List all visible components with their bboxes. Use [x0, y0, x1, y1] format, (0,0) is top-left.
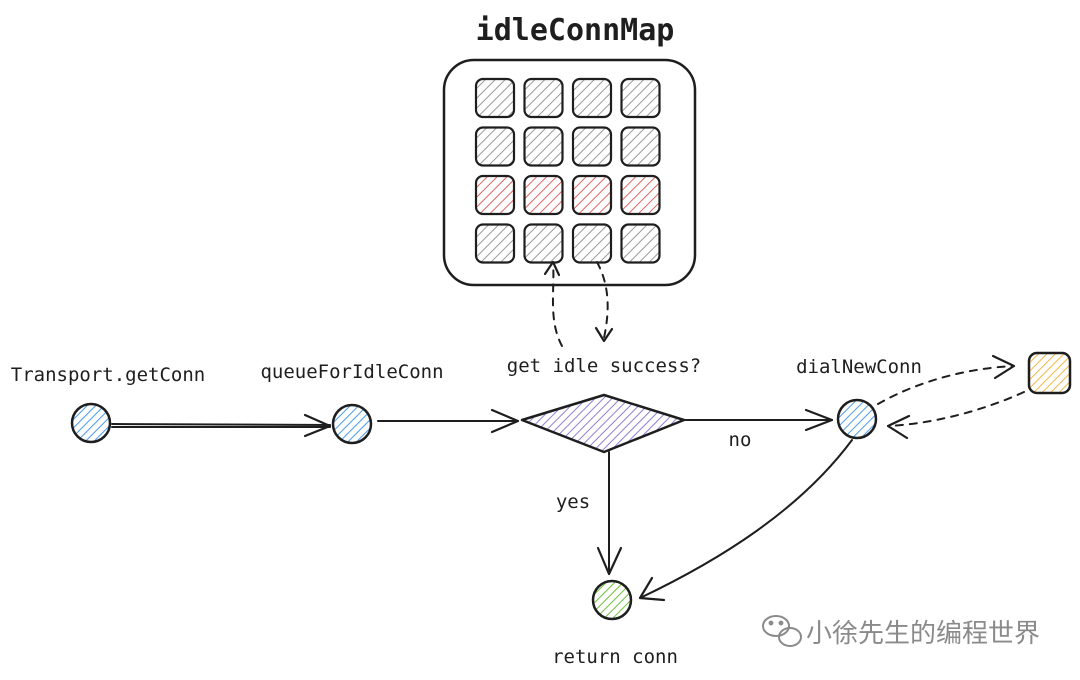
get-conn-label: Transport.getConn: [11, 364, 205, 386]
idle-conn-cell: [523, 223, 564, 264]
edge-dial-to-return: [639, 439, 853, 599]
arrowhead-dial-back: [886, 414, 911, 440]
idle-conn-cell: [620, 223, 661, 264]
watermark-text: 小徐先生的编程世界: [806, 619, 1040, 649]
return-node: [591, 579, 633, 621]
idle-conn-cell: [620, 126, 661, 167]
return-label: return conn: [552, 646, 678, 668]
dial-label: dialNewConn: [796, 356, 922, 378]
idle-conn-cell: [474, 126, 516, 167]
queue-node: [331, 403, 373, 445]
idle-conn-cell: [571, 223, 613, 264]
wechat-icon: [762, 615, 802, 647]
idle-conn-cell: [571, 77, 613, 119]
flow-diagram: idleConnMap Transport.getConn queueForId…: [11, 13, 1072, 668]
idle-conn-cell: [571, 126, 613, 167]
active-conn-cell: [523, 174, 564, 216]
dial-node: [836, 398, 878, 440]
edge-label-no: no: [729, 429, 752, 451]
active-conn-cell: [571, 174, 613, 216]
new-conn-box: [1027, 351, 1072, 395]
get-conn-node: [70, 402, 112, 444]
map-title: idleConnMap: [476, 13, 675, 48]
idle-conn-cell: [474, 223, 516, 264]
decision-label: get idle success?: [507, 355, 701, 377]
idle-conn-cell: [523, 77, 564, 119]
active-conn-cell: [620, 174, 661, 216]
dashed-arrow-from-new-conn: [887, 391, 1025, 427]
idle-conn-cell: [523, 126, 564, 167]
watermark: 小徐先生的编程世界: [762, 615, 1040, 649]
active-conn-cell: [474, 174, 516, 216]
edge-label-yes: yes: [556, 491, 590, 513]
decision-diamond: [520, 393, 686, 454]
idle-conn-cell: [620, 77, 661, 119]
queue-label: queueForIdleConn: [260, 361, 443, 383]
idle-conn-cell: [474, 77, 516, 119]
edge-getconn-to-queue: [111, 423, 331, 428]
